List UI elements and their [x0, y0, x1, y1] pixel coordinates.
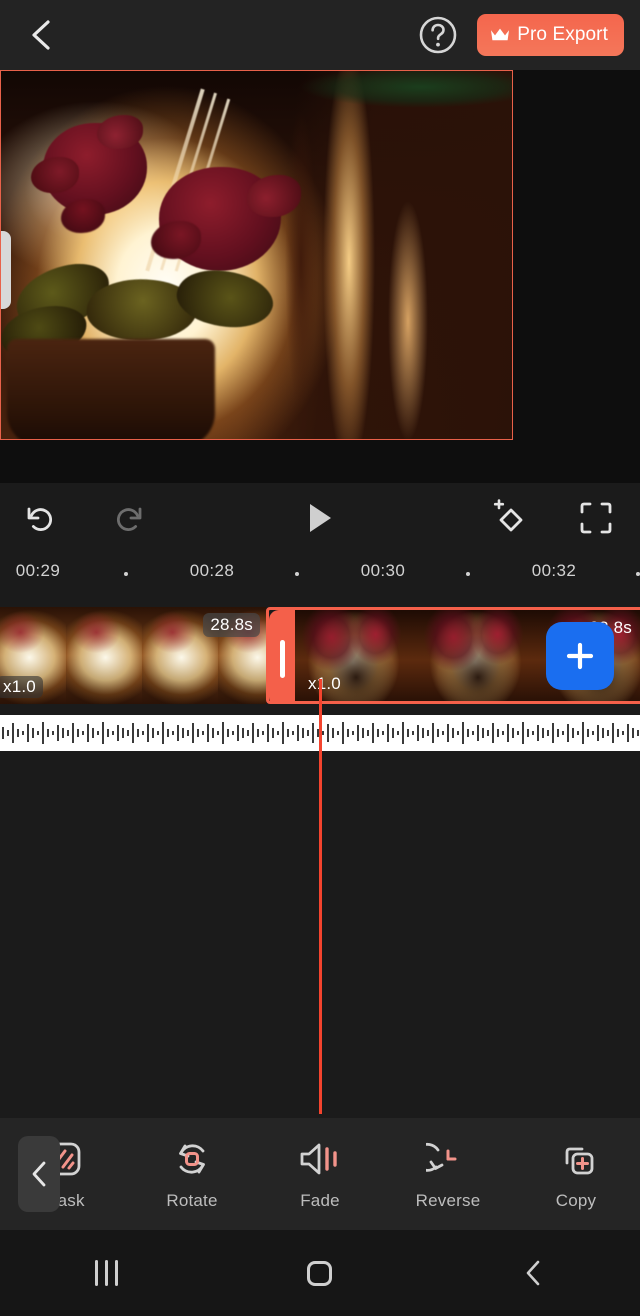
ruler-tick-dot	[466, 572, 470, 576]
tool-label: Reverse	[415, 1191, 481, 1210]
timeline-ruler[interactable]: 00:29 00:28 00:30 00:32	[0, 553, 640, 595]
reverse-icon	[426, 1142, 457, 1172]
waveform-icon	[2, 722, 639, 744]
clip-thumbnail	[66, 607, 142, 704]
help-button[interactable]	[415, 12, 461, 58]
keyframe-plus-icon	[493, 499, 523, 532]
video-preview-area[interactable]	[0, 70, 640, 483]
plus-icon	[566, 642, 594, 670]
tool-label: Copy	[555, 1191, 597, 1210]
tool-label: Fade	[300, 1191, 340, 1210]
crown-icon	[491, 28, 510, 41]
recents-icon	[95, 1260, 119, 1286]
clip-speed-badge: x1.0	[308, 674, 341, 693]
chevron-left-icon	[32, 20, 50, 50]
timeline-track-area[interactable]: 28.8s x1.0 28.8s x1.0	[0, 595, 640, 715]
video-track: 28.8s x1.0 28.8s x1.0	[0, 607, 640, 704]
tool-copy[interactable]: Copy	[512, 1118, 640, 1230]
fullscreen-button[interactable]	[565, 483, 627, 553]
ruler-label: 00:28	[189, 561, 235, 580]
add-clip-button[interactable]	[546, 622, 614, 690]
tool-rotate[interactable]: Rotate	[128, 1118, 256, 1230]
nav-back-button[interactable]	[427, 1230, 640, 1316]
ruler-label: 00:32	[531, 561, 577, 580]
ruler-tick-dot	[295, 572, 299, 576]
clip-duration-badge: 28.8s	[203, 613, 260, 637]
rotate-icon	[179, 1144, 205, 1174]
undo-icon	[27, 507, 52, 531]
audio-waveform-track[interactable]	[0, 715, 640, 751]
undo-button[interactable]	[10, 483, 72, 553]
clip-thumbnail	[417, 610, 539, 701]
tool-label: Rotate	[166, 1191, 218, 1210]
copy-icon	[565, 1147, 594, 1175]
trim-handle-grip	[279, 639, 285, 678]
redo-button[interactable]	[97, 483, 159, 553]
collapse-toolbar-button[interactable]	[18, 1136, 60, 1212]
home-icon	[307, 1260, 333, 1286]
ruler-tick-dot	[124, 572, 128, 576]
video-editor-app: Pro Export 00:29 00:28 00:30 00:32 28.8s…	[0, 0, 640, 1316]
pro-export-label: Pro Export	[517, 24, 608, 45]
ruler-label: 00:30	[360, 561, 406, 580]
nav-home-button[interactable]	[213, 1230, 426, 1316]
ruler-label: 00:29	[15, 561, 61, 580]
video-frame[interactable]	[0, 70, 513, 440]
app-header: Pro Export	[0, 0, 640, 70]
timeline-empty-area[interactable]	[0, 751, 640, 1118]
fullscreen-icon	[580, 502, 612, 534]
android-navigation-bar	[0, 1230, 640, 1316]
fade-icon	[300, 1143, 337, 1175]
play-icon	[310, 504, 331, 532]
help-circle-icon	[419, 16, 457, 54]
clip-speed-badge: x1.0	[0, 676, 43, 698]
ruler-tick-dot	[636, 572, 640, 576]
chevron-left-icon	[32, 1161, 46, 1187]
clip-trim-handle-left[interactable]	[269, 610, 295, 701]
tool-reverse[interactable]: Reverse	[384, 1118, 512, 1230]
redo-icon	[117, 507, 142, 531]
side-panel-tab[interactable]	[1, 231, 11, 309]
video-still	[1, 71, 512, 439]
play-button[interactable]	[289, 483, 351, 553]
clip-tools-toolbar: Mask Rotate Fade Reverse Copy	[0, 1118, 640, 1230]
nav-recents-button[interactable]	[0, 1230, 213, 1316]
back-icon	[527, 1260, 540, 1286]
add-keyframe-button[interactable]	[478, 483, 540, 553]
flower-pot	[7, 339, 215, 439]
transport-toolbar	[0, 483, 640, 553]
tool-fade[interactable]: Fade	[256, 1118, 384, 1230]
timeline-clip-unselected[interactable]: 28.8s x1.0	[0, 607, 266, 704]
pro-export-button[interactable]: Pro Export	[477, 14, 624, 56]
back-button[interactable]	[16, 10, 66, 60]
